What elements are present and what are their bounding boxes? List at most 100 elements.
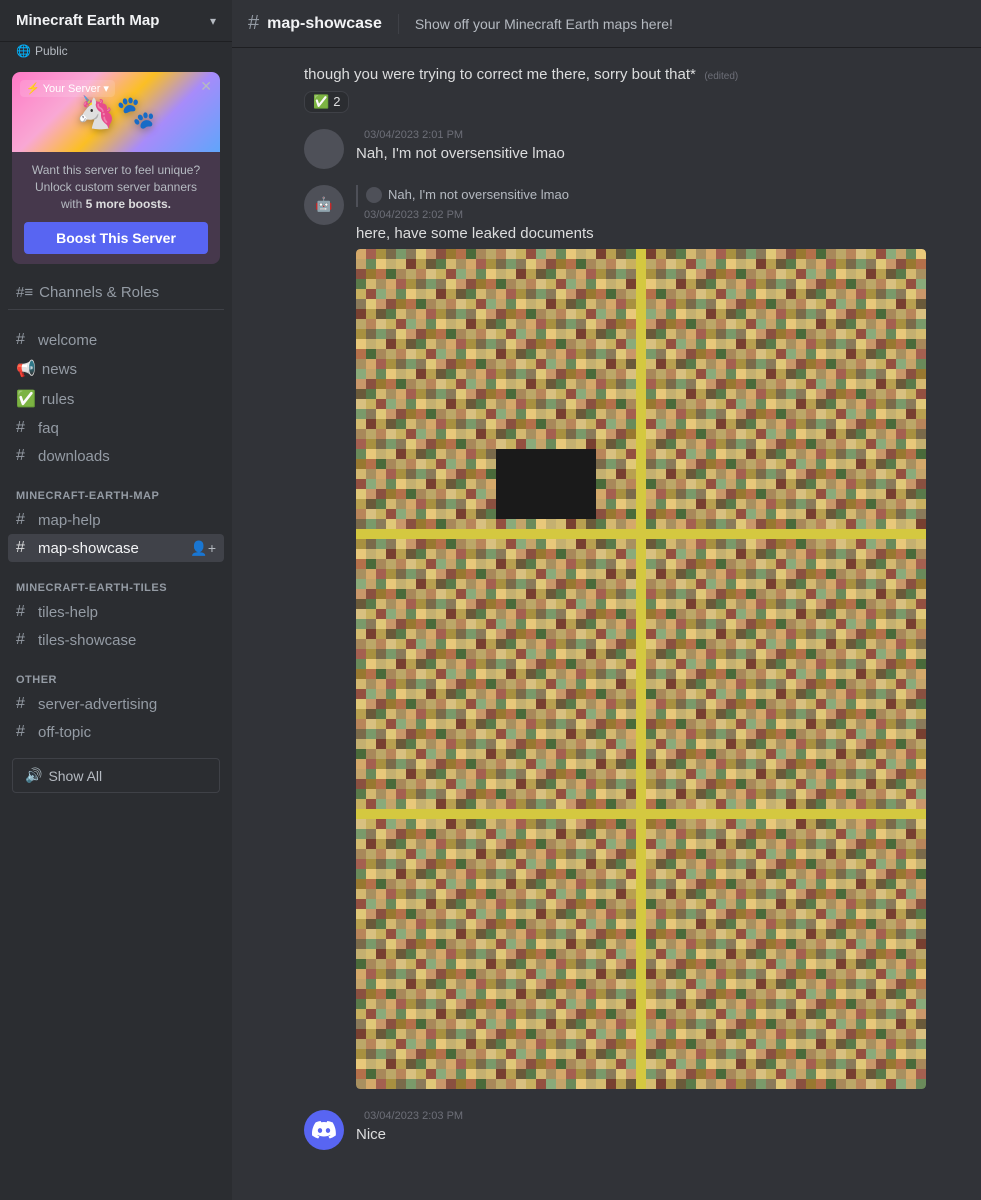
hash-icon: #: [16, 631, 32, 649]
message-image: [356, 249, 926, 1089]
hash-icon: #: [16, 511, 32, 529]
msg-timestamp: 03/04/2023 2:02 PM: [364, 209, 463, 221]
sidebar: Minecraft Earth Map ▾ 🌐 Public ✕ ⚡ Your …: [0, 0, 232, 1200]
message-group-2: 03/04/2023 2:01 PM Nah, I'm not oversens…: [304, 129, 965, 169]
speaker-icon: 📢: [16, 359, 36, 379]
channel-name: rules: [42, 391, 75, 408]
section-header-minecraft-earth-map: MINECRAFT-EARTH-MAP: [8, 490, 224, 506]
close-icon[interactable]: ✕: [200, 78, 212, 95]
message-continuation: though you were trying to correct me the…: [304, 64, 965, 87]
hash-icon: #: [16, 447, 32, 465]
channel-item-map-showcase[interactable]: # map-showcase 👤+: [8, 534, 224, 562]
check-icon: ✅: [16, 389, 36, 409]
message-group-1: though you were trying to correct me the…: [304, 64, 965, 113]
hash-icon: #: [16, 603, 32, 621]
add-member-icon[interactable]: 👤+: [190, 540, 216, 557]
hash-icon: #: [16, 539, 32, 557]
public-label: Public: [35, 44, 68, 58]
msg-content: though you were trying to correct me the…: [304, 66, 696, 83]
channels-roles-label: Channels & Roles: [39, 284, 159, 301]
server-header[interactable]: Minecraft Earth Map ▾: [0, 0, 232, 42]
general-channels-section: # welcome 📢 news ✅ rules # faq # downloa…: [0, 310, 232, 474]
hash-icon: #: [16, 723, 32, 741]
channel-name: off-topic: [38, 724, 91, 741]
quoted-text: Nah, I'm not oversensitive lmao: [388, 187, 569, 202]
avatar: 🤖: [304, 185, 344, 225]
channel-item-server-advertising[interactable]: # server-advertising: [8, 690, 224, 718]
header-divider: [398, 14, 399, 34]
msg-body: 03/04/2023 2:01 PM Nah, I'm not oversens…: [356, 129, 965, 166]
msg-row: 03/04/2023 2:01 PM Nah, I'm not oversens…: [304, 129, 965, 169]
message-group-3: 🤖 Nah, I'm not oversensitive lmao 03/04/…: [304, 185, 965, 1095]
section-header-minecraft-earth-tiles: MINECRAFT-EARTH-TILES: [8, 582, 224, 598]
discord-logo-icon: [312, 1118, 336, 1142]
boost-card: ✕ ⚡ Your Server ▾ 🦄🐾 Want this server to…: [12, 72, 220, 264]
channel-name: tiles-showcase: [38, 632, 136, 649]
chevron-down-icon: ▾: [210, 14, 216, 28]
channel-item-faq[interactable]: # faq: [8, 414, 224, 442]
reaction-row: ✅ 2: [304, 91, 965, 113]
channel-name: downloads: [38, 448, 110, 465]
hash-icon: #: [16, 419, 32, 437]
messages-area: though you were trying to correct me the…: [232, 48, 981, 1200]
msg-meta: 03/04/2023 2:01 PM: [356, 129, 965, 141]
discord-icon: 🤖: [315, 196, 332, 213]
check-emoji: ✅: [313, 94, 329, 110]
msg-content: Nah, I'm not oversensitive lmao: [356, 143, 965, 166]
quoted-avatar: [366, 187, 382, 203]
server-public-badge: 🌐 Public: [0, 42, 232, 64]
msg-body: 03/04/2023 2:03 PM Nice: [356, 1110, 965, 1147]
channel-name: map-help: [38, 512, 101, 529]
channel-name: welcome: [38, 332, 97, 349]
section-header-other: OTHER: [8, 674, 224, 690]
edited-tag: (edited): [704, 71, 738, 82]
server-name: Minecraft Earth Map: [16, 12, 210, 29]
channel-name: tiles-help: [38, 604, 98, 621]
msg-row: 03/04/2023 2:03 PM Nice: [304, 1110, 965, 1150]
msg-content: here, have some leaked documents: [356, 223, 965, 246]
speaker-icon: 🔊: [25, 767, 42, 784]
hash-icon: #: [16, 695, 32, 713]
avatar: [304, 129, 344, 169]
channel-name: faq: [38, 420, 59, 437]
reaction-check[interactable]: ✅ 2: [304, 91, 349, 113]
main-content: # map-showcase Show off your Minecraft E…: [232, 0, 981, 1200]
boost-card-text: Want this server to feel unique? Unlock …: [24, 162, 208, 212]
message-group-4: 03/04/2023 2:03 PM Nice: [304, 1110, 965, 1150]
show-all-label: Show All: [48, 768, 102, 784]
channel-item-tiles-help[interactable]: # tiles-help: [8, 598, 224, 626]
show-all-button[interactable]: 🔊 Show All: [12, 758, 220, 793]
channel-header-name: map-showcase: [267, 15, 382, 33]
channel-name: news: [42, 361, 77, 378]
msg-body: Nah, I'm not oversensitive lmao 03/04/20…: [356, 185, 965, 1095]
channel-item-news[interactable]: 📢 news: [8, 354, 224, 384]
other-channels-section: OTHER # server-advertising # off-topic: [0, 658, 232, 750]
channel-item-rules[interactable]: ✅ rules: [8, 384, 224, 414]
boost-button[interactable]: Boost This Server: [24, 222, 208, 254]
channels-roles-header[interactable]: #≡ Channels & Roles: [0, 272, 232, 309]
channel-item-off-topic[interactable]: # off-topic: [8, 718, 224, 746]
hash-icon: #: [248, 12, 259, 35]
msg-timestamp: 03/04/2023 2:03 PM: [364, 1110, 463, 1122]
mascot-image: 🦄🐾: [76, 93, 156, 131]
reaction-count: 2: [333, 94, 340, 109]
boost-card-image: ⚡ Your Server ▾ 🦄🐾: [12, 72, 220, 152]
quoted-message: Nah, I'm not oversensitive lmao: [356, 185, 965, 207]
message-image-container: [356, 249, 926, 1089]
boost-icon: ⚡: [26, 82, 40, 95]
channel-item-downloads[interactable]: # downloads: [8, 442, 224, 470]
channel-header: # map-showcase Show off your Minecraft E…: [232, 0, 981, 48]
channel-item-tiles-showcase[interactable]: # tiles-showcase: [8, 626, 224, 654]
msg-meta: 03/04/2023 2:03 PM: [356, 1110, 965, 1122]
map-channels-section: MINECRAFT-EARTH-MAP # map-help # map-sho…: [0, 474, 232, 566]
boost-card-body: Want this server to feel unique? Unlock …: [12, 152, 220, 264]
msg-content: Nice: [356, 1124, 965, 1147]
msg-meta: 03/04/2023 2:02 PM: [356, 209, 965, 221]
channel-name: map-showcase: [38, 540, 139, 557]
channel-item-map-help[interactable]: # map-help: [8, 506, 224, 534]
msg-row: 🤖 Nah, I'm not oversensitive lmao 03/04/…: [304, 185, 965, 1095]
channel-item-welcome[interactable]: # welcome: [8, 326, 224, 354]
hash-grid-icon: #≡: [16, 284, 33, 301]
msg-timestamp: 03/04/2023 2:01 PM: [364, 129, 463, 141]
hash-icon: #: [16, 331, 32, 349]
